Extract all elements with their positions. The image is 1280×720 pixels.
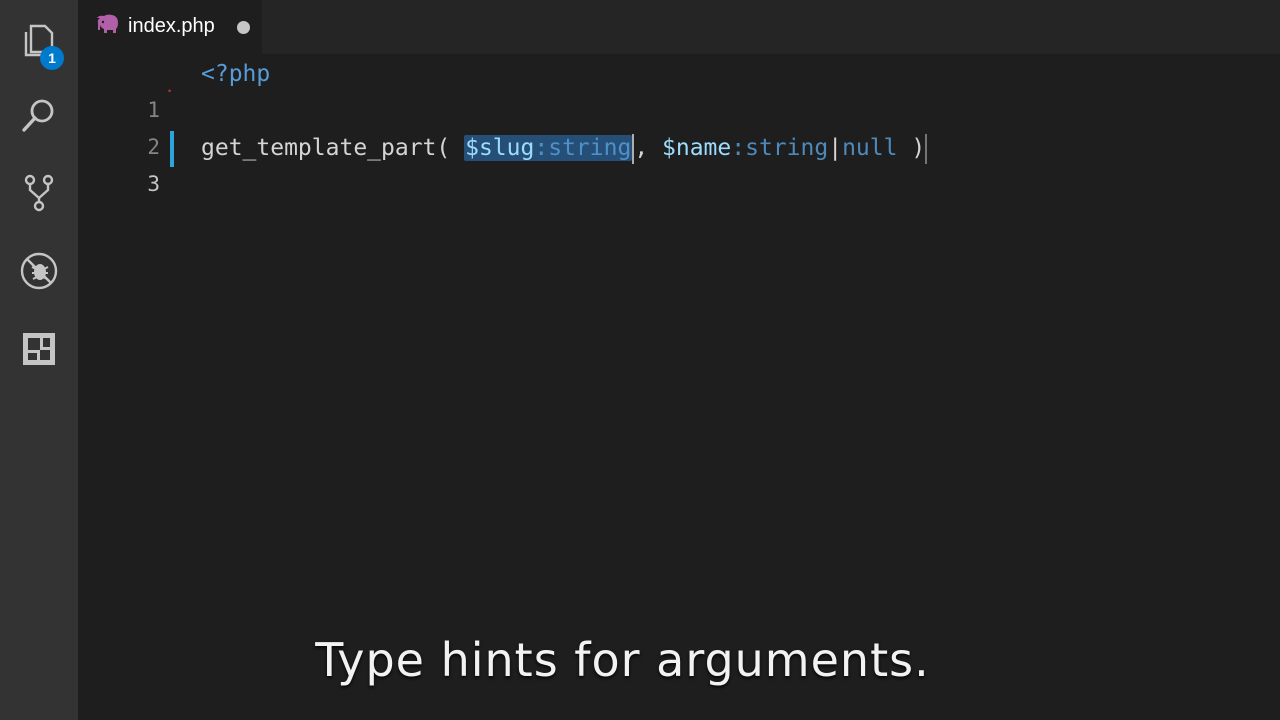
explorer-button[interactable]: 1	[0, 5, 78, 75]
param-type-null: null	[842, 135, 898, 161]
param-separator: :	[731, 135, 746, 161]
union-separator: |	[828, 135, 843, 161]
code-line-1[interactable]: 1 <?php	[78, 56, 1280, 122]
param-type: string	[548, 135, 632, 161]
debug-button[interactable]	[0, 236, 78, 306]
function-name: get_template_part	[201, 135, 437, 161]
comma: ,	[634, 135, 663, 161]
debug-icon	[20, 252, 58, 290]
open-paren: (	[436, 135, 465, 161]
extensions-button[interactable]	[0, 314, 78, 384]
source-control-button[interactable]	[0, 158, 78, 228]
search-icon	[22, 99, 54, 132]
param-hint-name: $name:string|null	[662, 135, 897, 161]
video-subtitle: Type hints for arguments.	[315, 633, 930, 687]
activity-bar: 1	[0, 0, 78, 720]
code-editor[interactable]: • 1 <?php 2 3 get_template_part( $slug:s…	[78, 54, 1280, 720]
param-separator: :	[534, 135, 549, 161]
param-hint-slug: $slug:string	[464, 135, 633, 161]
code-line-2[interactable]: 2	[78, 93, 1280, 159]
param-type: string	[745, 135, 829, 161]
php-open-tag: <?php	[201, 61, 271, 87]
tab-label: index.php	[128, 15, 215, 37]
unsaved-dot-icon[interactable]	[237, 21, 250, 34]
param-name: $name	[662, 135, 732, 161]
code-line-3[interactable]: 3 get_template_part( $slug:string, $name…	[78, 130, 1280, 196]
php-elephant-icon	[97, 14, 118, 33]
close-paren: )	[897, 135, 926, 161]
line-number: 3	[147, 172, 160, 196]
source-control-icon	[24, 174, 54, 212]
extensions-icon	[23, 333, 55, 365]
tab-index-php[interactable]: index.php	[78, 0, 262, 54]
tab-bar: index.php	[78, 0, 1280, 54]
param-name: $slug	[465, 135, 535, 161]
explorer-badge: 1	[40, 46, 64, 70]
text-cursor-end	[925, 133, 928, 164]
search-button[interactable]	[0, 80, 78, 150]
